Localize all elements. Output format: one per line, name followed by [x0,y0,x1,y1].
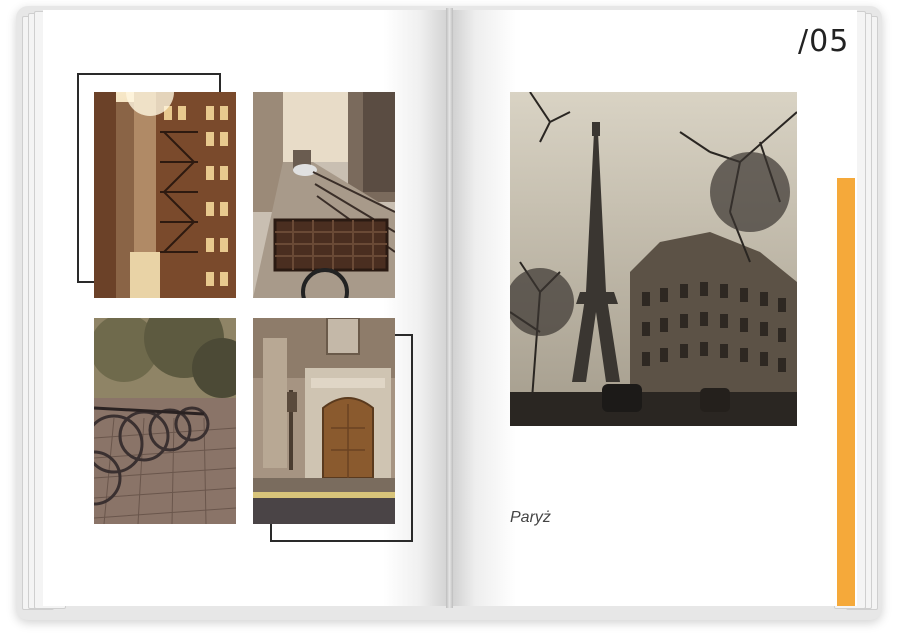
alley-photo-image [94,92,236,298]
alley-photo [94,92,236,298]
street-bicycle-photo [253,92,395,298]
photobook-spread: /05 Paryż [0,0,900,633]
old-door-photo [253,318,395,524]
parked-bicycles-photo [94,318,236,524]
parked-bicycles-photo-image [94,318,236,524]
book-spine [446,8,453,608]
accent-bar [837,178,855,606]
page-number: /05 [798,24,850,59]
street-bicycle-photo-image [253,92,395,298]
eiffel-tower-photo-image [510,92,797,426]
eiffel-tower-photo [510,92,797,426]
old-door-photo-image [253,318,395,524]
photo-caption: Paryż [510,509,551,526]
